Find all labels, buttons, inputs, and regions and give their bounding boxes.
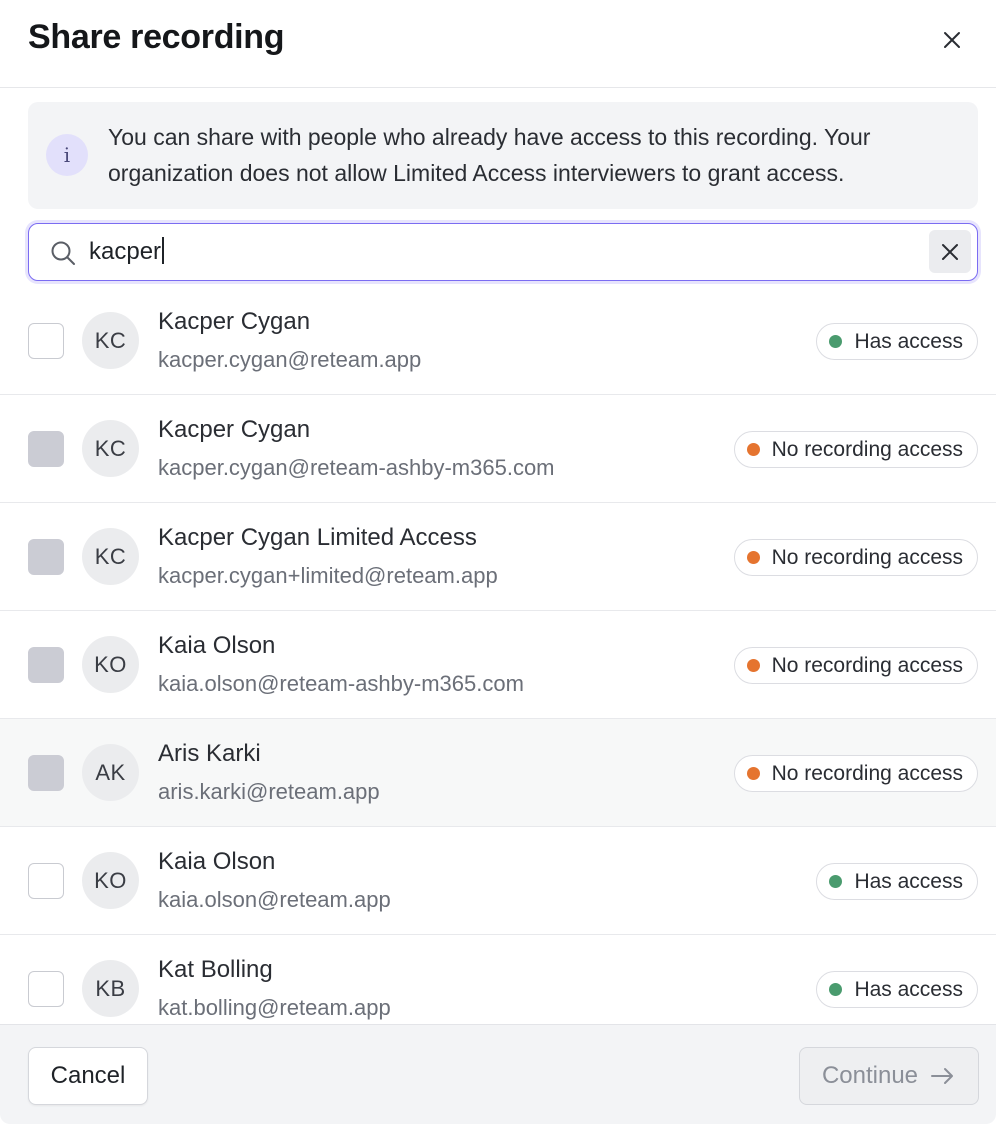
person-email: kat.bolling@reteam.app	[158, 995, 391, 1020]
access-status-badge: Has access	[816, 323, 978, 360]
avatar: KO	[82, 852, 139, 909]
arrow-right-icon	[931, 1068, 954, 1084]
clear-search-button[interactable]	[929, 230, 971, 273]
search-input-value: kacper	[89, 238, 162, 265]
person-checkbox	[28, 647, 64, 683]
person-row[interactable]: KC Kacper Cygan kacper.cygan@reteam.app Has…	[0, 287, 996, 395]
person-checkbox	[28, 755, 64, 791]
person-email: kacper.cygan@reteam-ashby-m365.com	[158, 455, 555, 480]
search-icon	[51, 241, 75, 265]
person-name: Kacper Cygan Limited Access	[158, 524, 477, 551]
close-button[interactable]	[934, 22, 970, 58]
clear-icon	[942, 243, 958, 260]
status-dot-icon	[746, 767, 760, 780]
person-email: kacper.cygan+limited@reteam.app	[158, 563, 498, 588]
avatar: KC	[82, 420, 139, 477]
person-checkbox	[28, 431, 64, 467]
access-status-badge: No recording access	[733, 755, 978, 792]
share-recording-dialog: Share recording i You can share with peo…	[0, 0, 996, 1124]
access-status-label: Has access	[854, 329, 963, 353]
person-name: Kacper Cygan	[158, 308, 311, 335]
access-status-label: No recording access	[771, 545, 963, 569]
person-checkbox[interactable]	[28, 971, 64, 1007]
avatar: KC	[82, 312, 139, 369]
status-dot-icon	[746, 443, 760, 456]
access-status-badge: Has access	[816, 863, 978, 900]
access-status-label: Has access	[854, 977, 963, 1001]
people-list: KC Kacper Cygan kacper.cygan@reteam.app Has…	[0, 287, 996, 1024]
person-row: KC Kacper Cygan kacper.cygan@reteam-ashby-…	[0, 395, 996, 503]
access-status-label: Has access	[854, 869, 963, 893]
status-dot-icon	[746, 659, 760, 672]
avatar: AK	[82, 744, 139, 801]
person-row: KC Kacper Cygan Limited Access kacper.cyga…	[0, 503, 996, 611]
person-email: aris.karki@reteam.app	[158, 779, 380, 804]
status-dot-icon	[829, 335, 843, 348]
status-dot-icon	[829, 875, 843, 888]
access-status-label: No recording access	[771, 653, 963, 677]
person-email: kaia.olson@reteam-ashby-m365.com	[158, 671, 524, 696]
info-text: You can share with people who already ha…	[108, 124, 871, 186]
search-field[interactable]: kacper	[28, 223, 978, 281]
person-name: Kaia Olson	[158, 632, 276, 659]
person-checkbox	[28, 539, 64, 575]
person-row: KO Kaia Olson kaia.olson@reteam-ashby-m365…	[0, 611, 996, 719]
dialog-title: Share recording	[28, 18, 285, 56]
access-status-label: No recording access	[771, 761, 963, 785]
person-row[interactable]: KO Kaia Olson kaia.olson@reteam.app Has acc…	[0, 827, 996, 935]
avatar: KC	[82, 528, 139, 585]
access-status-badge: No recording access	[733, 431, 978, 468]
dialog-footer: Cancel Continue	[0, 1024, 996, 1124]
access-status-badge: Has access	[816, 971, 978, 1008]
person-row: AK Aris Karki aris.karki@reteam.app No reco…	[0, 719, 996, 827]
status-dot-icon	[829, 983, 843, 996]
status-dot-icon	[746, 551, 760, 564]
person-name: Kacper Cygan	[158, 416, 311, 443]
info-banner: i You can share with people who already …	[28, 102, 978, 209]
person-row[interactable]: KB Kat Bolling kat.bolling@reteam.app Has a…	[0, 935, 996, 1024]
access-status-badge: No recording access	[733, 539, 978, 576]
person-name: Kat Bolling	[158, 956, 273, 983]
info-icon: i	[46, 134, 88, 176]
person-email: kacper.cygan@reteam.app	[158, 347, 422, 372]
continue-button[interactable]: Continue	[799, 1047, 979, 1105]
continue-label: Continue	[821, 1062, 919, 1089]
access-status-label: No recording access	[771, 437, 963, 461]
person-name: Kaia Olson	[158, 848, 276, 875]
search-input[interactable]: kacper	[89, 237, 165, 266]
person-checkbox[interactable]	[28, 863, 64, 899]
text-caret	[162, 237, 165, 264]
avatar: KB	[82, 960, 139, 1017]
avatar: KO	[82, 636, 139, 693]
cancel-button[interactable]: Cancel	[28, 1047, 148, 1105]
close-icon	[944, 32, 960, 48]
dialog-header: Share recording	[0, 0, 996, 88]
person-checkbox[interactable]	[28, 323, 64, 359]
person-email: kaia.olson@reteam.app	[158, 887, 391, 912]
person-name: Aris Karki	[158, 740, 261, 767]
access-status-badge: No recording access	[733, 647, 978, 684]
